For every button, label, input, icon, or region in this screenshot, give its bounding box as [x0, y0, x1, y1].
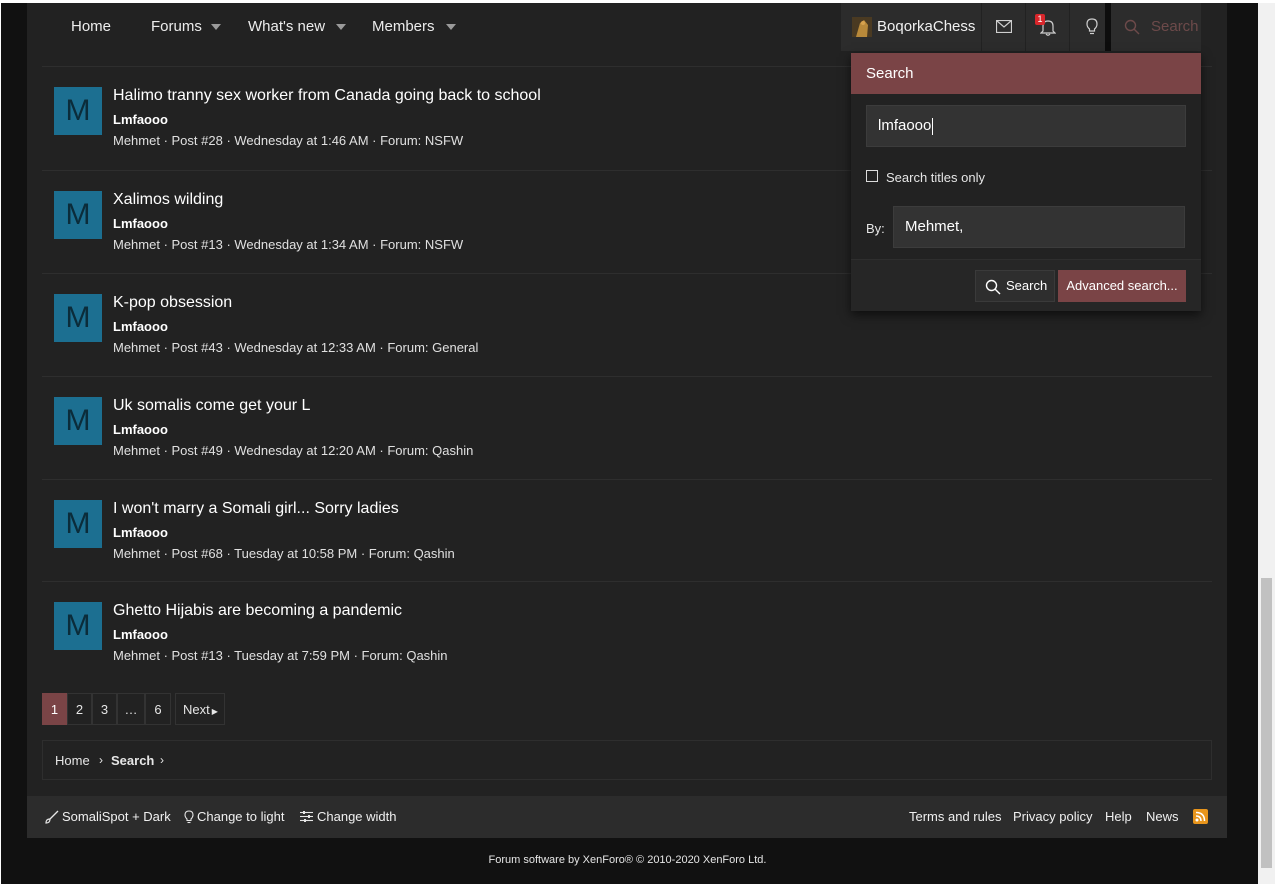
next-page-label: Next [183, 702, 210, 717]
forums-dropdown-caret-icon[interactable] [211, 24, 221, 30]
search-popup-menu: Search lmfaooo Search titles only By: Me… [851, 53, 1201, 311]
search-keywords-value: lmfaooo [878, 117, 932, 134]
alert-count-badge: 1 [1035, 14, 1045, 25]
style-chooser-link[interactable]: SomaliSpot + Dark [62, 809, 171, 824]
result-snippet: Lmfaooo [113, 216, 168, 231]
search-titles-only-checkbox[interactable] [866, 170, 878, 182]
news-link[interactable]: News [1146, 809, 1179, 824]
nav-members[interactable]: Members [372, 3, 435, 51]
whats-new-dropdown-caret-icon[interactable] [336, 24, 346, 30]
envelope-icon [996, 20, 1012, 33]
page-button-current[interactable]: 1 [42, 693, 67, 725]
copyright-text: Forum software by XenForo® © 2010-2020 X… [488, 854, 767, 866]
result-meta: Mehmet · Post #13 · Wednesday at 1:34 AM… [113, 237, 464, 252]
result-meta: Mehmet · Post #43 · Wednesday at 12:33 A… [113, 340, 479, 355]
result-title-link[interactable]: K-pop obsession [113, 294, 232, 312]
result-meta: Mehmet · Post #68 · Tuesday at 10:58 PM … [113, 546, 455, 561]
page-ellipsis-button[interactable]: … [117, 693, 145, 725]
next-page-button[interactable]: Next ▶ [175, 693, 225, 725]
breadcrumb: Home › Search › [42, 740, 1212, 780]
result-snippet: Lmfaooo [113, 627, 168, 642]
paintbrush-icon [45, 810, 59, 824]
avatar[interactable]: M [54, 500, 102, 548]
search-result-item: M I won't marry a Somali girl... Sorry l… [42, 479, 1212, 582]
by-member-input[interactable]: Mehmet, [893, 206, 1185, 248]
search-submit-label: Search [1006, 278, 1048, 293]
change-to-light-link[interactable]: Change to light [197, 809, 284, 824]
result-title-link[interactable]: Xalimos wilding [113, 191, 223, 209]
result-snippet: Lmfaooo [113, 422, 168, 437]
search-icon [1124, 19, 1140, 35]
rss-icon[interactable] [1193, 809, 1208, 824]
avatar[interactable]: M [54, 397, 102, 445]
search-titles-only-label[interactable]: Search titles only [886, 170, 985, 185]
result-meta: Mehmet · Post #13 · Tuesday at 7:59 PM ·… [113, 648, 448, 663]
search-keywords-input[interactable]: lmfaooo [866, 105, 1186, 147]
top-navigation: Home Forums What's new Members BoqorkaCh… [27, 3, 1227, 51]
result-title-link[interactable]: I won't marry a Somali girl... Sorry lad… [113, 500, 399, 518]
change-width-link[interactable]: Change width [317, 809, 397, 824]
text-cursor [932, 117, 934, 135]
search-popup-title: Search [851, 53, 1201, 94]
nav-search-button[interactable]: Search [1111, 3, 1201, 51]
result-meta: Mehmet · Post #49 · Wednesday at 12:20 A… [113, 443, 474, 458]
search-result-item: M Uk somalis come get your L Lmfaooo Meh… [42, 376, 1212, 479]
username-label: BoqorkaChess [877, 18, 976, 35]
chevron-right-icon: › [99, 753, 103, 767]
user-avatar [852, 17, 872, 37]
result-snippet: Lmfaooo [113, 525, 168, 540]
members-dropdown-caret-icon[interactable] [446, 24, 456, 30]
result-snippet: Lmfaooo [113, 319, 168, 334]
result-title-link[interactable]: Ghetto Hijabis are becoming a pandemic [113, 602, 402, 620]
avatar[interactable]: M [54, 294, 102, 342]
search-result-item: M Ghetto Hijabis are becoming a pandemic… [42, 581, 1212, 684]
terms-link[interactable]: Terms and rules [909, 809, 1001, 824]
nav-home[interactable]: Home [71, 3, 111, 51]
avatar[interactable]: M [54, 87, 102, 135]
result-meta: Mehmet · Post #28 · Wednesday at 1:46 AM… [113, 133, 464, 148]
avatar[interactable]: M [54, 602, 102, 650]
chevron-right-icon: › [160, 753, 164, 767]
page-button[interactable]: 3 [92, 693, 117, 725]
breadcrumb-home[interactable]: Home [55, 753, 90, 768]
result-title-link[interactable]: Halimo tranny sex worker from Canada goi… [113, 87, 541, 105]
page-button[interactable]: 2 [67, 693, 92, 725]
help-link[interactable]: Help [1105, 809, 1132, 824]
nav-search-label: Search [1151, 18, 1199, 35]
inbox-button[interactable] [981, 3, 1025, 51]
by-member-label: By: [866, 221, 885, 236]
avatar[interactable]: M [54, 191, 102, 239]
next-arrow-icon: ▶ [211, 707, 218, 716]
page-button[interactable]: 6 [145, 693, 171, 725]
lightbulb-icon [1086, 18, 1098, 35]
search-submit-button[interactable]: Search [975, 270, 1055, 302]
scrollbar-thumb[interactable] [1261, 578, 1272, 868]
breadcrumb-search[interactable]: Search [111, 753, 154, 768]
privacy-link[interactable]: Privacy policy [1013, 809, 1092, 824]
search-icon [985, 279, 1001, 295]
user-account-link[interactable]: BoqorkaChess [841, 3, 981, 51]
alerts-button[interactable]: 1 [1025, 3, 1069, 51]
result-snippet: Lmfaooo [113, 112, 168, 127]
page-scrollbar[interactable] [1258, 3, 1275, 884]
sliders-icon [300, 811, 313, 822]
footer-bar: SomaliSpot + Dark Change to light Change… [27, 796, 1227, 838]
advanced-search-button[interactable]: Advanced search... [1058, 270, 1186, 302]
search-popup-footer: Search Advanced search... [851, 259, 1201, 311]
lightbulb-icon [184, 810, 194, 824]
nav-forums[interactable]: Forums [151, 3, 202, 51]
result-title-link[interactable]: Uk somalis come get your L [113, 397, 310, 415]
nav-whats-new[interactable]: What's new [248, 3, 325, 51]
